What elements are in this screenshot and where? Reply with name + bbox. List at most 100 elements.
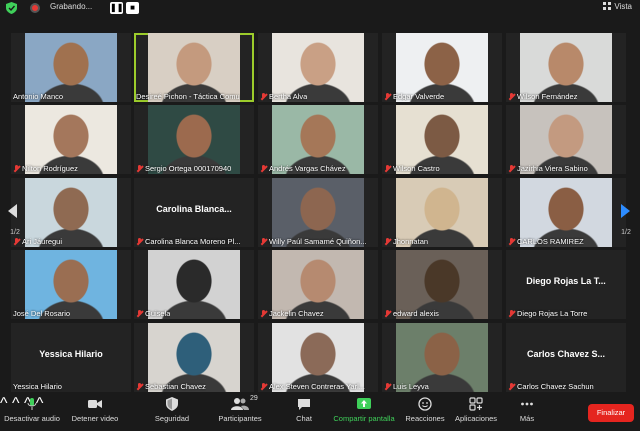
participant-tile[interactable]: José Del Rosario [11, 250, 131, 319]
participant-name-label: Antonio Manco [13, 92, 63, 101]
participant-name-label: Jazirhia Viera Sabino [508, 164, 588, 173]
muted-microphone-icon [136, 238, 143, 245]
muted-microphone-icon [13, 238, 20, 245]
participant-name: Nilton Rodríguez [22, 164, 78, 173]
participant-tile[interactable]: Jazirhia Viera Sabino [506, 105, 626, 174]
participant-tile[interactable]: Yessica Hilario Yessica Hilario [11, 323, 131, 392]
participant-name-label: Nilton Rodríguez [13, 164, 78, 173]
muted-microphone-icon [136, 310, 143, 317]
page-indicator-right: 1/2 [621, 229, 631, 236]
participant-tile[interactable]: Edgar Valverde [382, 33, 502, 102]
participant-tile[interactable]: Ari Jáuregui [11, 178, 131, 247]
participant-tile[interactable]: edward alexis [382, 250, 502, 319]
participant-name-label: Edgar Valverde [384, 92, 444, 101]
muted-microphone-icon [136, 383, 143, 390]
share-screen-button[interactable]: Compartir pantalla [332, 397, 396, 423]
muted-microphone-icon [136, 165, 143, 172]
view-button[interactable]: Vista [603, 2, 632, 11]
participant-tile[interactable]: Luis Leyva [382, 323, 502, 392]
participant-tile[interactable]: Jhonnatan [382, 178, 502, 247]
participant-tile[interactable]: Sebastian Chavez [134, 323, 254, 392]
security-button[interactable]: Seguridad [150, 397, 194, 423]
participant-display-name: Diego Rojas La T... [526, 276, 606, 286]
stop-recording-button[interactable]: ■ [126, 2, 139, 14]
participant-name-label: Carlos Chavez Sachun [508, 382, 594, 391]
chat-button[interactable]: Chat [290, 397, 318, 423]
pause-recording-button[interactable]: ❚❚ [110, 2, 123, 14]
more-dots-icon [521, 402, 533, 406]
security-label: Seguridad [154, 414, 190, 423]
more-label: Más [519, 414, 535, 423]
muted-microphone-icon [260, 383, 267, 390]
participant-name-label: Guisela [136, 309, 170, 318]
stop-video-button[interactable]: Detener video [70, 397, 120, 423]
participant-tile[interactable]: Wilson Castro [382, 105, 502, 174]
participant-name-label: Alex Steven Contreras Yarl... [260, 382, 365, 391]
participant-name: Yessica Hilario [13, 382, 62, 391]
end-meeting-button[interactable]: Finalizar [588, 404, 634, 422]
muted-microphone-icon [384, 310, 391, 317]
participant-tile[interactable]: Willy Paúl Samamé Quiñon... [258, 178, 378, 247]
muted-microphone-icon [384, 238, 391, 245]
participant-display-name: Carlos Chavez S... [526, 349, 606, 359]
muted-microphone-icon [384, 93, 391, 100]
participant-tile[interactable]: Antonio Manco [11, 33, 131, 102]
muted-microphone-icon [260, 93, 267, 100]
participant-tile[interactable]: Carolina Blanca... Carolina Blanca Moreno… [134, 178, 254, 247]
participant-name: José Del Rosario [13, 309, 71, 318]
participant-tile[interactable]: Desireé Pichon - Táctica Comu [134, 33, 254, 102]
muted-microphone-icon [260, 310, 267, 317]
participant-name: Andrés Vargas Chávez [269, 164, 346, 173]
participant-tile[interactable]: CARLOS RAMIREZ [506, 178, 626, 247]
participant-name-label: CARLOS RAMIREZ [508, 237, 584, 246]
muted-microphone-icon [384, 383, 391, 390]
participants-label: Participantes [218, 414, 262, 423]
chat-bubble-icon [298, 399, 310, 410]
participant-name-label: Jackelin Chavez [260, 309, 324, 318]
participant-tile[interactable]: Nilton Rodríguez [11, 105, 131, 174]
participant-tile[interactable]: Alex Steven Contreras Yarl... [258, 323, 378, 392]
mute-label: Desactivar audio [4, 414, 60, 423]
participant-tile[interactable]: Jackelin Chavez [258, 250, 378, 319]
muted-microphone-icon [260, 238, 267, 245]
muted-microphone-icon [508, 310, 515, 317]
muted-microphone-icon [508, 93, 515, 100]
participant-tile[interactable]: Sergio Ortega 000170940 [134, 105, 254, 174]
participant-name: Alex Steven Contreras Yarl... [269, 382, 366, 391]
next-page-arrow-icon[interactable] [621, 204, 630, 218]
participant-name-label: Jhonnatan [384, 237, 428, 246]
participant-name: Ari Jáuregui [22, 237, 63, 246]
shield-icon[interactable] [6, 2, 17, 14]
participant-name: CARLOS RAMIREZ [517, 237, 584, 246]
participant-tile[interactable]: Bertha Alva [258, 33, 378, 102]
mute-button[interactable]: Desactivar audio [4, 397, 60, 423]
share-screen-label: Compartir pantalla [333, 414, 395, 423]
participant-name: Desireé Pichon - Táctica Comu [136, 92, 240, 101]
more-button[interactable]: Más [512, 397, 542, 423]
smiley-icon [418, 397, 432, 411]
grid-view-icon [603, 2, 612, 10]
participant-name: edward alexis [393, 309, 439, 318]
meeting-topbar: Grabando... ❚❚ ■ Vista [0, 0, 640, 16]
recording-label: Grabando... [50, 2, 93, 11]
recording-icon [30, 3, 40, 13]
muted-microphone-icon [508, 238, 515, 245]
participant-name-label: Yessica Hilario [13, 382, 62, 391]
page-indicator-left: 1/2 [10, 229, 20, 236]
participant-name-label: Luis Leyva [384, 382, 429, 391]
participant-tile[interactable]: Diego Rojas La T... Diego Rojas La Torre [506, 250, 626, 319]
participant-tile[interactable]: Andrés Vargas Chávez [258, 105, 378, 174]
participant-tile[interactable]: Guisela [134, 250, 254, 319]
previous-page-arrow-icon[interactable] [8, 204, 17, 218]
participant-name-label: Carolina Blanca Moreno Pl... [136, 237, 240, 246]
apps-button[interactable]: Aplicaciones [454, 397, 498, 423]
participant-name-label: Sergio Ortega 000170940 [136, 164, 231, 173]
participants-button[interactable]: 29 Participantes [212, 395, 268, 423]
reactions-button[interactable]: Reacciones [405, 397, 445, 423]
participant-tile[interactable]: Wilson Fernández [506, 33, 626, 102]
participant-name: Carlos Chavez Sachun [517, 382, 594, 391]
participant-name: Sergio Ortega 000170940 [145, 164, 232, 173]
participant-name-label: Wilson Castro [384, 164, 440, 173]
participant-name: Jazirhia Viera Sabino [517, 164, 588, 173]
participant-tile[interactable]: Carlos Chavez S... Carlos Chavez Sachun [506, 323, 626, 392]
